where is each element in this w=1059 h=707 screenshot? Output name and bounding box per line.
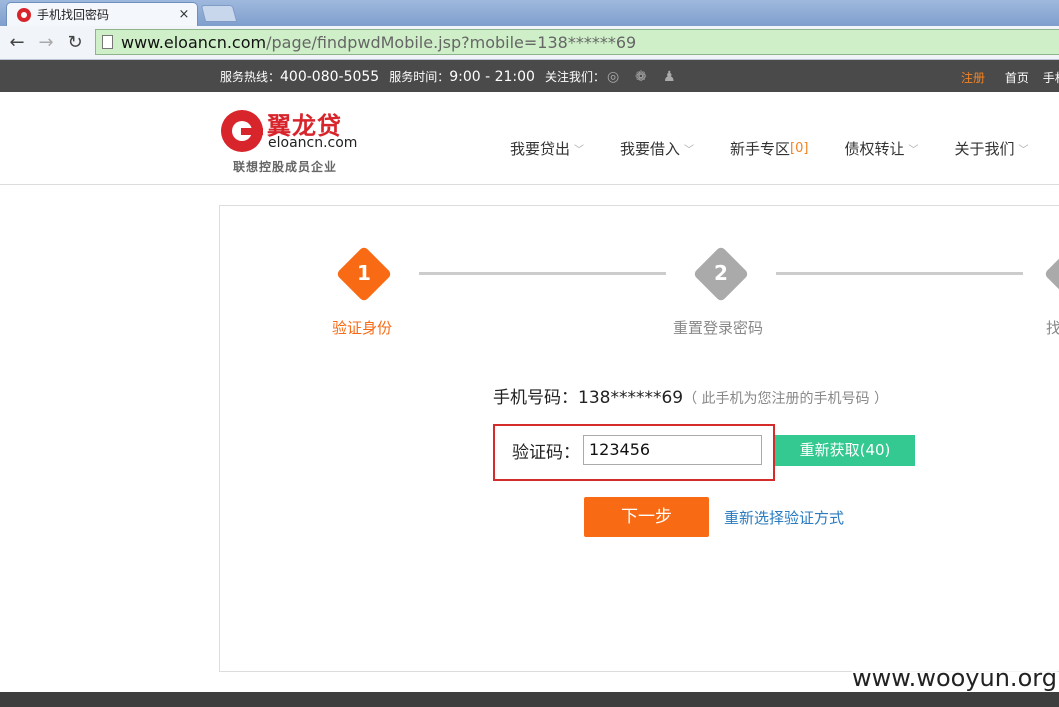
resend-code-button[interactable]: 重新获取(40) <box>775 435 915 466</box>
nav-item-borrow[interactable]: 我要借入 ﹀ <box>620 138 694 159</box>
nav-item-lend[interactable]: 我要贷出 ﹀ <box>510 138 584 159</box>
reload-icon[interactable]: ↻ <box>64 32 86 54</box>
weibo-icon[interactable]: ◎ <box>607 70 625 84</box>
browser-tab-bar: 手机找回密码 × <box>0 0 1059 26</box>
url-path: /page/findpwdMobile.jsp?mobile=138******… <box>266 32 637 52</box>
nav-item-debt-transfer[interactable]: 债权转让 ﹀ <box>844 138 918 159</box>
nav-item-about[interactable]: 关于我们 ﹀ <box>954 138 1028 159</box>
phone-note: （ 此手机为您注册的手机号码 ） <box>683 391 888 407</box>
chevron-down-icon: ﹀ <box>684 145 695 156</box>
browser-toolbar: ← → ↻ www.eloancn.com/page/findpwdMobile… <box>0 26 1059 60</box>
tab-close-icon[interactable]: × <box>177 7 191 22</box>
site-favicon-icon <box>17 7 31 22</box>
home-link[interactable]: 首页 <box>1005 71 1029 85</box>
nav-label: 债权转让 <box>844 140 905 158</box>
watermark-text: www.wooyun.org <box>852 664 1057 692</box>
brand-slogan: 联想控股成员企业 <box>233 160 338 174</box>
nav-label: 关于我们 <box>954 140 1015 158</box>
hotline-number: 400-080-5055 <box>280 68 380 85</box>
step-1-number: 1 <box>357 261 371 285</box>
follow-label: 关注我们： <box>544 70 605 84</box>
hours-label: 服务时间： <box>389 70 450 84</box>
hours-value: 9:00 - 21:00 <box>449 68 535 85</box>
browser-tab[interactable]: 手机找回密码 × <box>6 2 198 26</box>
step-connector <box>776 272 1023 275</box>
forward-arrow-icon[interactable]: → <box>35 32 57 54</box>
phone-label: 手机号码： <box>493 388 578 408</box>
step-3-label: 找 <box>1046 319 1059 337</box>
next-step-button[interactable]: 下一步 <box>584 497 709 537</box>
address-bar[interactable]: www.eloancn.com/page/findpwdMobile.jsp?m… <box>95 29 1059 55</box>
brand-domain: eloancn.com <box>268 135 358 151</box>
back-arrow-icon[interactable]: ← <box>6 32 28 54</box>
site-top-bar: 服务热线： 400-080-5055 服务时间： 9:00 - 21:00 关注… <box>0 60 1059 92</box>
new-tab-button[interactable] <box>200 5 238 22</box>
reselect-verification-link[interactable]: 重新选择验证方式 <box>724 507 844 528</box>
phone-value: 138******69 <box>578 388 684 408</box>
step-connector <box>419 272 666 275</box>
hotline-label: 服务热线： <box>220 70 281 84</box>
site-header: 翼龙贷 eloancn.com 联想控股成员企业 我要贷出 ﹀ 我要借入 ﹀ 新手专… <box>0 92 1059 185</box>
newbie-count-badge: [0] <box>790 141 809 156</box>
nav-label: 我要贷出 <box>510 140 571 158</box>
wechat-icon[interactable]: ❁ <box>635 70 653 84</box>
tab-title: 手机找回密码 <box>37 8 110 22</box>
step-1-label: 验证身份 <box>332 319 393 337</box>
page-footer-bar <box>0 692 1059 707</box>
logo-mark-icon <box>221 110 263 152</box>
address-url[interactable]: www.eloancn.com/page/findpwdMobile.jsp?m… <box>121 33 636 52</box>
qq-icon[interactable]: ♟ <box>663 70 681 84</box>
phone-number-row: 手机号码：138******69（ 此手机为您注册的手机号码 ） <box>493 383 888 408</box>
main-nav: 我要贷出 ﹀ 我要借入 ﹀ 新手专区 [0] 债权转让 ﹀ 关于我们 ﹀ <box>510 138 1059 159</box>
verification-code-label: 验证码： <box>512 443 580 463</box>
nav-item-newbie[interactable]: 新手专区 [0] <box>730 138 808 159</box>
chevron-down-icon: ﹀ <box>574 145 585 156</box>
nav-label: 新手专区 <box>730 140 791 158</box>
chevron-down-icon: ﹀ <box>1018 145 1029 156</box>
nav-label: 我要借入 <box>620 140 681 158</box>
chevron-down-icon: ﹀ <box>908 145 919 156</box>
url-host: www.eloancn.com <box>121 32 267 52</box>
verification-code-input[interactable]: 123456 <box>583 435 762 465</box>
step-2-label: 重置登录密码 <box>673 319 764 337</box>
register-link[interactable]: 注册 <box>961 71 985 85</box>
mobile-link[interactable]: 手机 <box>1043 71 1059 85</box>
page-icon <box>102 35 113 49</box>
step-2-number: 2 <box>714 261 728 285</box>
